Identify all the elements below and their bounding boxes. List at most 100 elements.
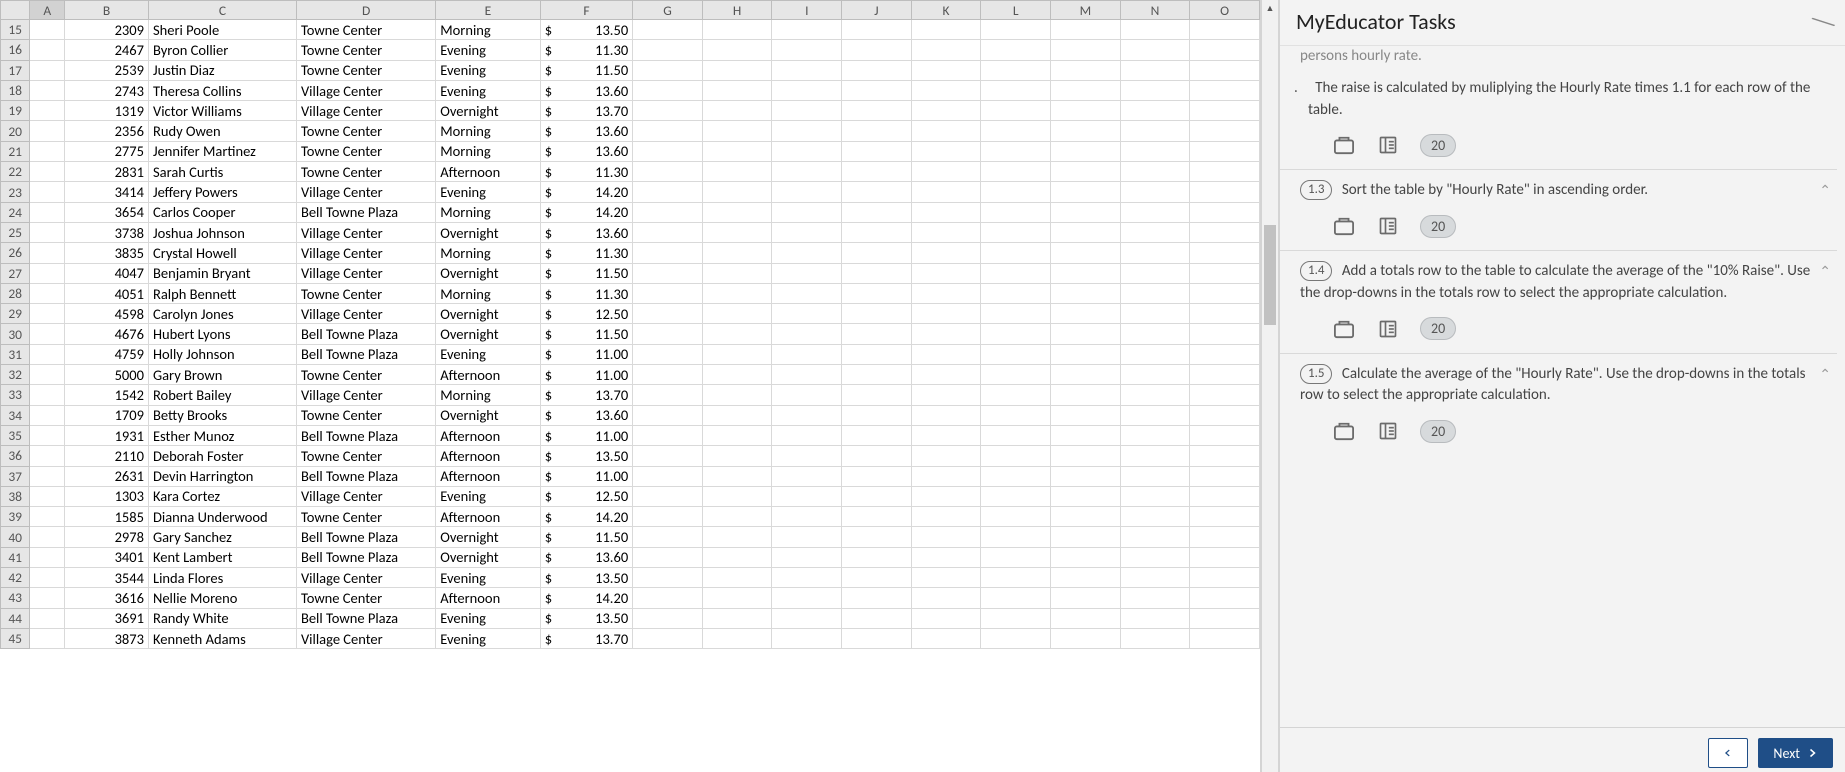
cell-K[interactable] — [911, 324, 981, 344]
cell-F[interactable]: $13.70 — [540, 628, 632, 648]
cell-F[interactable]: $13.50 — [540, 20, 632, 40]
cell-I[interactable] — [772, 101, 842, 121]
row-header[interactable]: 34 — [1, 405, 30, 425]
cell-K[interactable] — [911, 304, 981, 324]
cell-N[interactable] — [1120, 304, 1190, 324]
cell-M[interactable] — [1051, 446, 1121, 466]
cell-I[interactable] — [772, 568, 842, 588]
cell-O[interactable] — [1190, 405, 1260, 425]
cell-F[interactable]: $11.30 — [540, 40, 632, 60]
cell-N[interactable] — [1120, 588, 1190, 608]
table-row[interactable]: 402978Gary SanchezBell Towne PlazaOverni… — [1, 527, 1260, 547]
cell-C[interactable]: Linda Flores — [148, 568, 296, 588]
cell-I[interactable] — [772, 466, 842, 486]
cell-F[interactable]: $13.60 — [540, 121, 632, 141]
cell-L[interactable] — [981, 365, 1051, 385]
column-header-B[interactable]: B — [65, 1, 149, 20]
cell-G[interactable] — [633, 60, 703, 80]
cell-A[interactable] — [30, 425, 65, 445]
cell-F[interactable]: $14.20 — [540, 202, 632, 222]
scroll-thumb[interactable] — [1264, 225, 1276, 325]
cell-G[interactable] — [633, 527, 703, 547]
cell-B[interactable]: 2978 — [65, 527, 149, 547]
cell-O[interactable] — [1190, 486, 1260, 506]
cell-D[interactable]: Village Center — [296, 80, 435, 100]
cell-A[interactable] — [30, 243, 65, 263]
video-icon[interactable] — [1332, 317, 1356, 341]
cell-G[interactable] — [633, 608, 703, 628]
cell-B[interactable]: 4676 — [65, 324, 149, 344]
cell-A[interactable] — [30, 527, 65, 547]
cell-E[interactable]: Morning — [436, 141, 540, 161]
column-header-A[interactable]: A — [30, 1, 65, 20]
cell-H[interactable] — [702, 405, 772, 425]
cell-J[interactable] — [842, 283, 912, 303]
cell-A[interactable] — [30, 141, 65, 161]
cell-F[interactable]: $13.70 — [540, 385, 632, 405]
cell-E[interactable]: Evening — [436, 182, 540, 202]
column-header-M[interactable]: M — [1051, 1, 1121, 20]
cell-N[interactable] — [1120, 20, 1190, 40]
cell-E[interactable]: Afternoon — [436, 507, 540, 527]
column-header-D[interactable]: D — [296, 1, 435, 20]
cell-G[interactable] — [633, 283, 703, 303]
cell-J[interactable] — [842, 20, 912, 40]
video-icon[interactable] — [1332, 133, 1356, 157]
cell-C[interactable]: Kenneth Adams — [148, 628, 296, 648]
cell-D[interactable]: Bell Towne Plaza — [296, 608, 435, 628]
book-icon[interactable] — [1376, 317, 1400, 341]
cell-O[interactable] — [1190, 568, 1260, 588]
cell-F[interactable]: $13.50 — [540, 446, 632, 466]
cell-E[interactable]: Morning — [436, 20, 540, 40]
table-row[interactable]: 253738Joshua JohnsonVillage CenterOverni… — [1, 222, 1260, 242]
cell-M[interactable] — [1051, 101, 1121, 121]
cell-D[interactable]: Village Center — [296, 243, 435, 263]
cell-A[interactable] — [30, 385, 65, 405]
cell-B[interactable]: 3654 — [65, 202, 149, 222]
cell-L[interactable] — [981, 486, 1051, 506]
row-header[interactable]: 43 — [1, 588, 30, 608]
cell-D[interactable]: Towne Center — [296, 141, 435, 161]
table-row[interactable]: 274047Benjamin BryantVillage CenterOvern… — [1, 263, 1260, 283]
next-button[interactable]: Next — [1758, 738, 1833, 768]
cell-J[interactable] — [842, 628, 912, 648]
cell-A[interactable] — [30, 608, 65, 628]
cell-B[interactable]: 2631 — [65, 466, 149, 486]
cell-L[interactable] — [981, 425, 1051, 445]
cell-H[interactable] — [702, 568, 772, 588]
cell-B[interactable]: 2743 — [65, 80, 149, 100]
cell-I[interactable] — [772, 162, 842, 182]
task-item[interactable]: 1.5 Calculate the average of the "Hourly… — [1280, 360, 1837, 414]
cell-H[interactable] — [702, 466, 772, 486]
cell-N[interactable] — [1120, 40, 1190, 60]
table-row[interactable]: 443691Randy WhiteBell Towne PlazaEvening… — [1, 608, 1260, 628]
cell-B[interactable]: 1931 — [65, 425, 149, 445]
cell-N[interactable] — [1120, 385, 1190, 405]
cell-H[interactable] — [702, 628, 772, 648]
cell-B[interactable]: 4759 — [65, 344, 149, 364]
cell-N[interactable] — [1120, 466, 1190, 486]
cell-F[interactable]: $14.20 — [540, 507, 632, 527]
column-header-G[interactable]: G — [633, 1, 703, 20]
cell-M[interactable] — [1051, 365, 1121, 385]
cell-D[interactable]: Towne Center — [296, 283, 435, 303]
cell-D[interactable]: Bell Towne Plaza — [296, 344, 435, 364]
column-header-N[interactable]: N — [1120, 1, 1190, 20]
cell-I[interactable] — [772, 263, 842, 283]
cell-C[interactable]: Sarah Curtis — [148, 162, 296, 182]
cell-A[interactable] — [30, 20, 65, 40]
cell-J[interactable] — [842, 101, 912, 121]
cell-E[interactable]: Evening — [436, 568, 540, 588]
cell-K[interactable] — [911, 121, 981, 141]
cell-E[interactable]: Morning — [436, 121, 540, 141]
cell-G[interactable] — [633, 243, 703, 263]
cell-I[interactable] — [772, 385, 842, 405]
cell-I[interactable] — [772, 222, 842, 242]
row-header[interactable]: 19 — [1, 101, 30, 121]
cell-C[interactable]: Sheri Poole — [148, 20, 296, 40]
cell-E[interactable]: Overnight — [436, 547, 540, 567]
cell-L[interactable] — [981, 60, 1051, 80]
cell-K[interactable] — [911, 40, 981, 60]
cell-L[interactable] — [981, 466, 1051, 486]
cell-K[interactable] — [911, 182, 981, 202]
